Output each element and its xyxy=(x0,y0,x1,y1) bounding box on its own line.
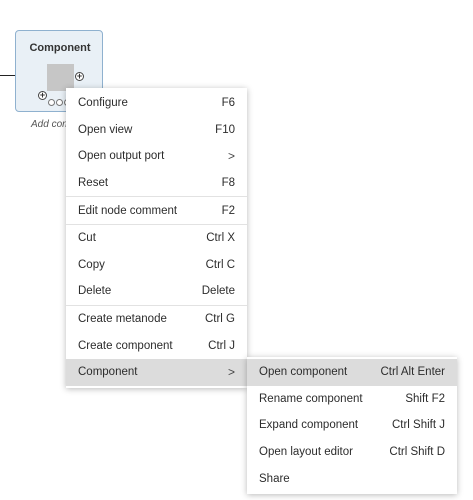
menu-item-label: Edit node comment xyxy=(78,204,178,217)
menu-item-edit-node-comment[interactable]: Edit node comment F2 xyxy=(66,197,247,224)
menu-item-shortcut: F2 xyxy=(221,204,235,217)
menu-item-share[interactable]: Share xyxy=(247,465,457,492)
menu-item-label: Open layout editor xyxy=(259,446,353,459)
menu-item-open-output-port[interactable]: Open output port > xyxy=(66,143,247,170)
menu-item-expand-component[interactable]: Expand component Ctrl Shift J xyxy=(247,412,457,439)
menu-item-configure[interactable]: Configure F6 xyxy=(66,90,247,117)
menu-item-reset[interactable]: Reset F8 xyxy=(66,170,247,197)
menu-item-shortcut: F8 xyxy=(221,177,235,190)
add-output-port-icon[interactable]: + xyxy=(75,72,84,81)
menu-item-open-view[interactable]: Open view F10 xyxy=(66,117,247,144)
menu-item-component[interactable]: Component > xyxy=(66,358,247,386)
menu-item-shortcut: F6 xyxy=(221,97,235,110)
node-title: Component xyxy=(29,42,91,54)
menu-item-shortcut: F10 xyxy=(215,123,235,136)
menu-item-shortcut: Ctrl X xyxy=(206,232,235,245)
menu-item-copy[interactable]: Copy Ctrl C xyxy=(66,252,247,279)
menu-item-label: Open component xyxy=(259,366,348,379)
menu-item-label: Configure xyxy=(78,97,128,110)
menu-item-shortcut: Ctrl G xyxy=(204,313,235,326)
menu-item-shortcut: Ctrl J xyxy=(208,339,235,352)
menu-item-open-layout-editor[interactable]: Open layout editor Ctrl Shift D xyxy=(247,439,457,466)
status-dot-icon xyxy=(56,99,63,106)
menu-item-label: Component xyxy=(78,366,138,379)
menu-item-label: Expand component xyxy=(259,419,359,432)
menu-item-delete[interactable]: Delete Delete xyxy=(66,278,247,305)
menu-item-shortcut: Shift F2 xyxy=(405,392,445,405)
context-menu: Configure F6 Open view F10 Open output port >… xyxy=(66,88,247,388)
workflow-canvas[interactable]: Component + + Add comm Configure F6 Open v… xyxy=(0,0,473,500)
menu-item-shortcut: Ctrl Shift D xyxy=(389,446,445,459)
node-body[interactable] xyxy=(47,64,74,91)
menu-item-label: Copy xyxy=(78,258,105,271)
menu-item-shortcut: Ctrl Alt Enter xyxy=(380,366,445,379)
menu-item-shortcut: Ctrl C xyxy=(205,258,235,271)
menu-item-label: Reset xyxy=(78,177,109,190)
menu-item-label: Cut xyxy=(78,232,96,245)
menu-item-open-component[interactable]: Open component Ctrl Alt Enter xyxy=(247,359,457,386)
menu-item-label: Open view xyxy=(78,123,133,136)
menu-item-create-metanode[interactable]: Create metanode Ctrl G xyxy=(66,306,247,333)
menu-item-label: Rename component xyxy=(259,392,363,405)
add-input-port-icon[interactable]: + xyxy=(38,91,47,100)
menu-item-create-component[interactable]: Create component Ctrl J xyxy=(66,332,247,359)
menu-item-label: Create component xyxy=(78,339,173,352)
component-submenu: Open component Ctrl Alt Enter Rename compo… xyxy=(247,357,457,494)
menu-item-rename-component[interactable]: Rename component Shift F2 xyxy=(247,386,457,413)
status-dot-icon xyxy=(48,99,55,106)
chevron-right-icon: > xyxy=(227,365,235,380)
menu-item-label: Open output port xyxy=(78,150,165,163)
menu-item-shortcut: Delete xyxy=(201,285,235,298)
menu-item-cut[interactable]: Cut Ctrl X xyxy=(66,225,247,252)
menu-item-shortcut: Ctrl Shift J xyxy=(391,419,445,432)
menu-item-label: Create metanode xyxy=(78,313,167,326)
chevron-right-icon: > xyxy=(227,149,235,164)
menu-item-label: Share xyxy=(259,472,290,485)
menu-item-label: Delete xyxy=(78,285,112,298)
